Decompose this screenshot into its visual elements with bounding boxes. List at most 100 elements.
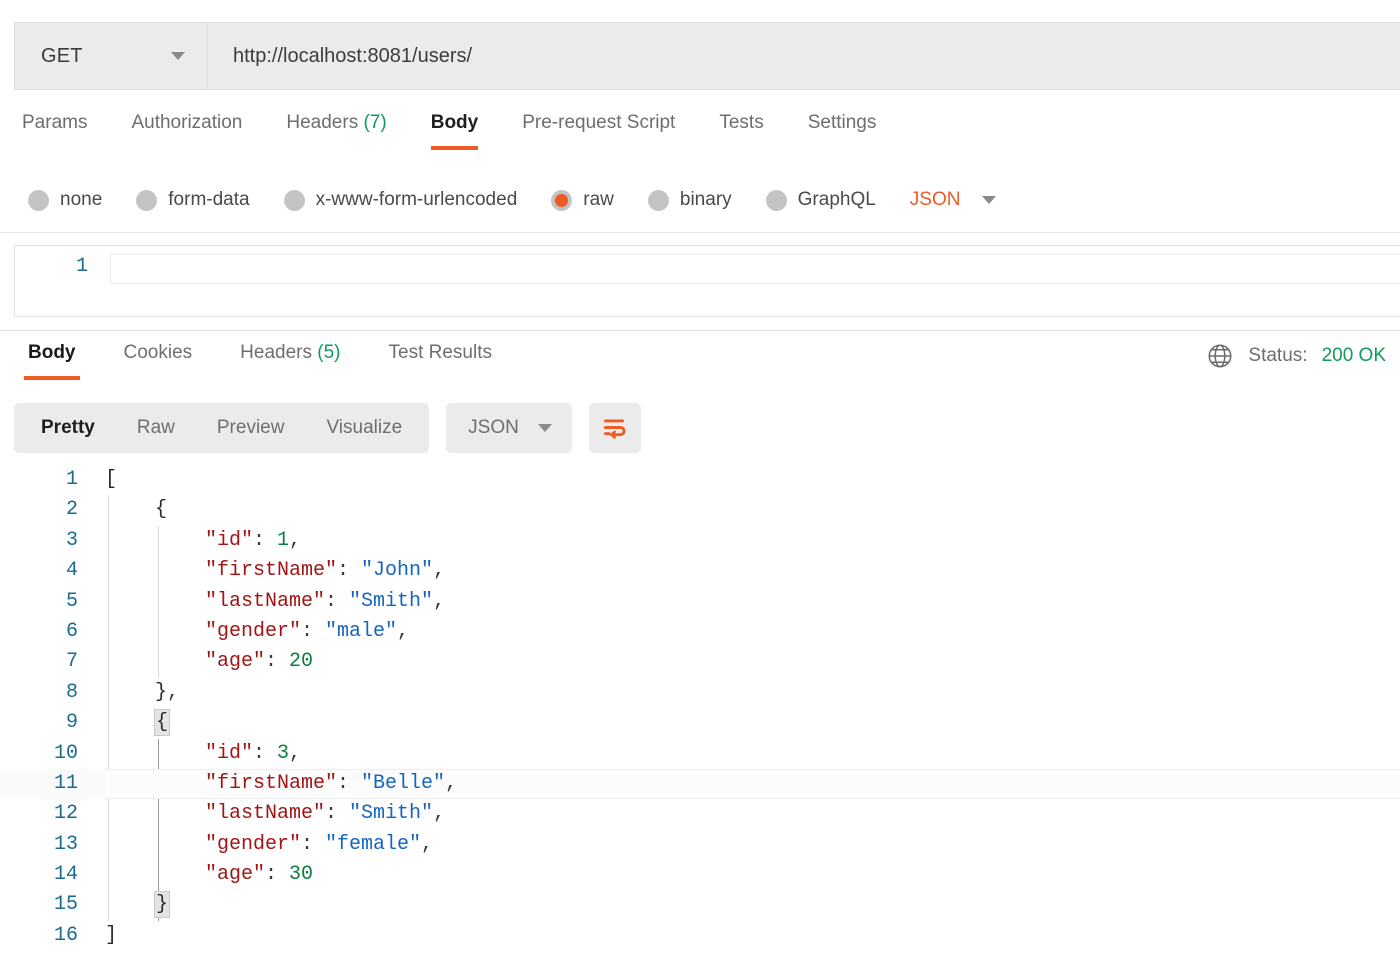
code-line[interactable]: 15} — [0, 890, 1400, 920]
token-key: "gender" — [205, 832, 302, 856]
response-tab-test-results[interactable]: Test Results — [389, 336, 492, 380]
request-editor-gutter: 1 — [75, 255, 88, 278]
code-text: "age": 20 — [205, 647, 313, 677]
view-preview[interactable]: Preview — [196, 403, 306, 453]
token-key: "id" — [205, 528, 254, 552]
view-raw[interactable]: Raw — [116, 403, 196, 453]
token-punc: , — [421, 832, 434, 856]
code-text: [ — [105, 465, 117, 495]
status-badge: 200 OK — [1321, 345, 1386, 366]
response-tab-headers[interactable]: Headers (5) — [240, 336, 340, 380]
tab-headers[interactable]: Headers (7) — [286, 110, 386, 150]
code-line[interactable]: 6 "gender": "male", — [0, 617, 1400, 647]
token-key: "gender" — [205, 619, 302, 643]
radio-binary[interactable]: binary — [647, 189, 732, 211]
radio-label: binary — [679, 189, 732, 210]
token-punc: : — [253, 741, 278, 765]
url-input[interactable]: http://localhost:8081/users/ — [208, 23, 1400, 89]
response-body-code[interactable]: 1[2{3 "id": 1, 4 "firstName": "John", 5 "last… — [0, 465, 1400, 968]
word-wrap-toggle[interactable] — [588, 403, 641, 453]
code-line[interactable]: 7 "age": 20 — [0, 647, 1400, 677]
code-line[interactable]: 2{ — [0, 495, 1400, 525]
tab-label: Headers — [240, 342, 312, 363]
tab-label: Test Results — [388, 342, 492, 363]
code-line[interactable]: 10 "id": 3, — [0, 739, 1400, 769]
response-view-toolbar: Pretty Raw Preview Visualize JSON — [14, 403, 641, 453]
radio-indicator — [28, 189, 49, 211]
view-visualize[interactable]: Visualize — [305, 403, 423, 453]
radio-raw[interactable]: raw — [551, 189, 614, 211]
response-status-area: Status: 200 OK — [1206, 342, 1386, 370]
radio-x-www-form-urlencoded[interactable]: x-www-form-urlencoded — [283, 189, 517, 211]
request-tab-bar: Params Authorization Headers (7) Body Pr… — [0, 110, 1400, 162]
token-punc: , — [433, 802, 446, 826]
token-num: 20 — [289, 650, 314, 674]
radio-label: form-data — [168, 189, 250, 210]
status-label: Status: — [1248, 345, 1308, 366]
code-line[interactable]: 8}, — [0, 678, 1400, 708]
divider — [0, 232, 1400, 233]
http-method-select[interactable]: GET — [15, 23, 208, 89]
token-punc: : — [325, 589, 350, 613]
chevron-down-icon — [171, 52, 185, 60]
code-line[interactable]: 9{ — [0, 708, 1400, 738]
line-number: 1 — [65, 468, 78, 491]
line-number: 3 — [65, 528, 78, 552]
token-punc: , — [445, 771, 458, 795]
code-line[interactable]: 13 "gender": "female", — [0, 830, 1400, 860]
radio-indicator — [283, 189, 305, 211]
radio-form-data[interactable]: form-data — [136, 189, 250, 211]
code-text: } — [153, 890, 171, 920]
code-line[interactable]: 4 "firstName": "John", — [0, 556, 1400, 586]
radio-graphql[interactable]: GraphQL — [765, 189, 876, 211]
http-method-label: GET — [41, 44, 83, 67]
line-number: 12 — [53, 802, 78, 826]
raw-format-select[interactable]: JSON — [910, 189, 997, 211]
token-punc: : — [301, 619, 326, 643]
token-key: "id" — [205, 741, 254, 765]
code-line[interactable]: 11 "firstName": "Belle", — [0, 768, 1400, 800]
line-number: 4 — [65, 559, 78, 583]
request-body-editor[interactable]: 1 — [14, 245, 1400, 317]
code-line[interactable]: 16] — [0, 921, 1400, 951]
code-line[interactable]: 3 "id": 1, — [0, 526, 1400, 556]
radio-indicator — [136, 189, 158, 211]
tab-tests[interactable]: Tests — [719, 110, 763, 150]
code-line[interactable]: 1[ — [0, 465, 1400, 495]
response-tab-body[interactable]: Body — [24, 336, 79, 380]
radio-none[interactable]: none — [28, 189, 102, 211]
token-punc: , — [289, 528, 302, 552]
token-punc: , — [433, 559, 446, 583]
response-view-segmented-control: Pretty Raw Preview Visualize — [14, 403, 430, 453]
tab-authorization[interactable]: Authorization — [131, 110, 242, 150]
tab-params[interactable]: Params — [22, 110, 87, 150]
tab-body[interactable]: Body — [430, 110, 478, 150]
token-punc: , — [397, 619, 410, 643]
line-number: 11 — [53, 771, 78, 795]
response-format-select[interactable]: JSON — [446, 403, 572, 453]
code-line[interactable]: 12 "lastName": "Smith", — [0, 799, 1400, 829]
tab-settings[interactable]: Settings — [808, 110, 877, 150]
code-line[interactable]: 14 "age": 30 — [0, 860, 1400, 890]
tab-pre-request-script[interactable]: Pre-request Script — [522, 110, 675, 150]
code-line[interactable]: 5 "lastName": "Smith", — [0, 587, 1400, 617]
token-punc: , — [289, 741, 302, 765]
tab-label: Headers — [286, 112, 359, 133]
tab-label: Cookies — [123, 342, 193, 363]
code-text: { — [153, 708, 171, 738]
line-number: 7 — [65, 650, 78, 674]
token-punc: : — [265, 863, 290, 887]
tab-label: Body — [28, 342, 76, 363]
code-text: "gender": "male", — [205, 617, 409, 647]
view-pretty[interactable]: Pretty — [20, 403, 116, 453]
token-key: "age" — [205, 863, 266, 887]
response-tab-cookies[interactable]: Cookies — [124, 336, 193, 380]
response-tab-bar: Body Cookies Headers (5) Test Results — [0, 336, 1400, 388]
divider — [0, 330, 1400, 331]
code-text: "lastName": "Smith", — [205, 587, 445, 617]
line-number: 13 — [53, 832, 78, 856]
radio-label: GraphQL — [797, 189, 876, 210]
token-punc: , — [167, 680, 180, 704]
tab-label: Params — [22, 112, 88, 133]
request-editor-line[interactable] — [110, 254, 1400, 284]
